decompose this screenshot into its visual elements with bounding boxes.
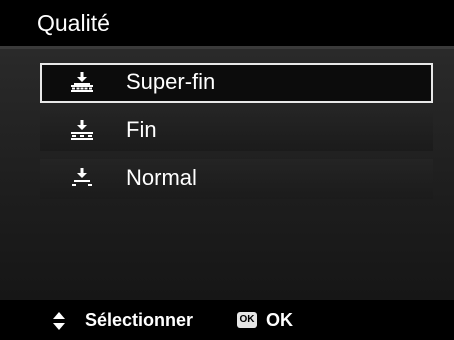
quality-superfine-icon <box>71 72 93 92</box>
menu-item-super-fin[interactable]: Super-fin <box>40 63 433 103</box>
footer-hint-bar: Sélectionner OK OK <box>0 300 454 340</box>
quality-fine-icon <box>71 120 93 140</box>
footer-ok-label: OK <box>266 310 293 330</box>
menu-item-label: Normal <box>126 165 197 190</box>
quality-normal-icon <box>71 168 93 188</box>
up-down-arrows-icon <box>53 312 65 330</box>
menu-item-label: Fin <box>126 117 157 142</box>
page-title: Qualité <box>37 10 110 36</box>
title-bar: Qualité <box>0 0 454 46</box>
camera-menu-screen: Qualité Super-fin Fin Normal Sélectionne… <box>0 0 454 340</box>
menu-item-label: Super-fin <box>126 69 216 94</box>
menu-item-fin[interactable]: Fin <box>40 111 433 151</box>
menu-item-normal[interactable]: Normal <box>40 159 433 199</box>
ok-button-icon: OK <box>237 312 257 328</box>
footer-select-label: Sélectionner <box>85 310 194 330</box>
